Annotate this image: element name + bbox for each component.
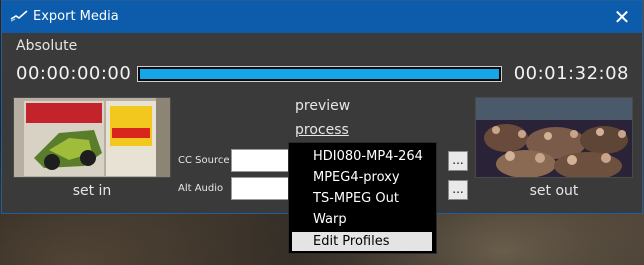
set-out-thumbnail[interactable]: [475, 97, 633, 178]
alt-audio-label: Alt Audio: [178, 183, 224, 194]
menu-item-hd1080-mp4[interactable]: HDI080-MP4-264: [313, 149, 436, 164]
cc-source-browse-button[interactable]: ...: [448, 151, 468, 171]
set-in-thumbnail[interactable]: [13, 97, 171, 178]
set-in-frame-image: [14, 98, 170, 177]
window-title: Export Media: [33, 9, 119, 24]
alt-audio-browse-button[interactable]: ...: [448, 180, 468, 200]
process-link[interactable]: process: [295, 122, 349, 138]
menu-item-edit-profiles[interactable]: Edit Profiles: [292, 232, 432, 251]
progress-fill: [140, 69, 499, 79]
export-app-icon: [10, 10, 28, 22]
menu-item-warp[interactable]: Warp: [313, 212, 347, 227]
start-timecode: 00:00:00:00: [16, 63, 132, 84]
time-mode-label: Absolute: [16, 38, 78, 54]
cc-source-label: CC Source: [178, 155, 230, 166]
set-out-frame-image: [476, 98, 632, 177]
alt-audio-input[interactable]: [231, 177, 294, 200]
menu-item-ts-mpeg-out[interactable]: TS-MPEG Out: [313, 191, 399, 206]
end-timecode: 00:01:32:08: [513, 63, 629, 84]
export-profile-menu: HDI080-MP4-264 MPEG4-proxy TS-MPEG Out W…: [288, 142, 437, 254]
cc-source-input[interactable]: [231, 149, 294, 172]
close-button[interactable]: ✕: [608, 3, 636, 31]
close-icon: ✕: [613, 5, 631, 29]
preview-link[interactable]: preview: [295, 98, 350, 114]
title-bar[interactable]: Export Media ✕: [2, 1, 642, 33]
set-out-label[interactable]: set out: [475, 183, 633, 199]
menu-item-mpeg4-proxy[interactable]: MPEG4-proxy: [313, 170, 400, 185]
export-progress-bar: [137, 66, 502, 82]
set-in-label[interactable]: set in: [13, 183, 171, 199]
